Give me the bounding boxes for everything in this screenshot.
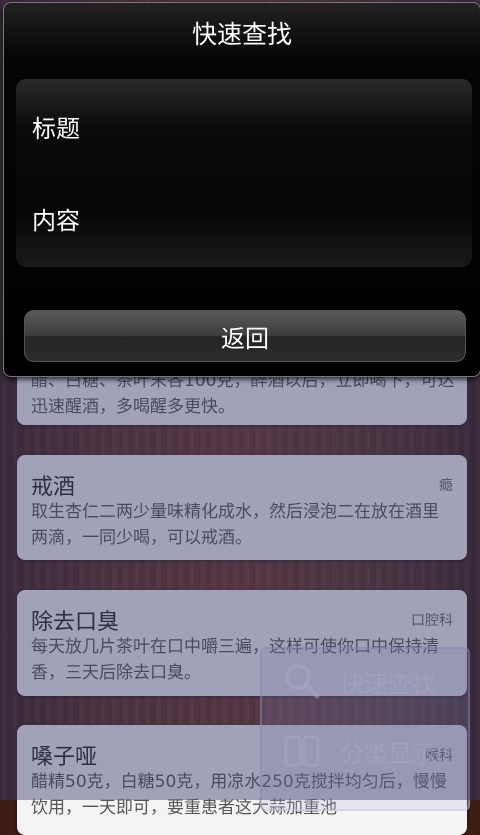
back-button[interactable]: 返回: [24, 310, 466, 362]
option-title[interactable]: 标题: [32, 109, 80, 144]
dialog-title: 快速查找: [191, 20, 292, 49]
dialog-option-list: 标题 内容: [16, 79, 472, 267]
option-content[interactable]: 内容: [32, 201, 80, 236]
quick-search-dialog: 快速查找 标题 内容 返回: [3, 2, 480, 377]
